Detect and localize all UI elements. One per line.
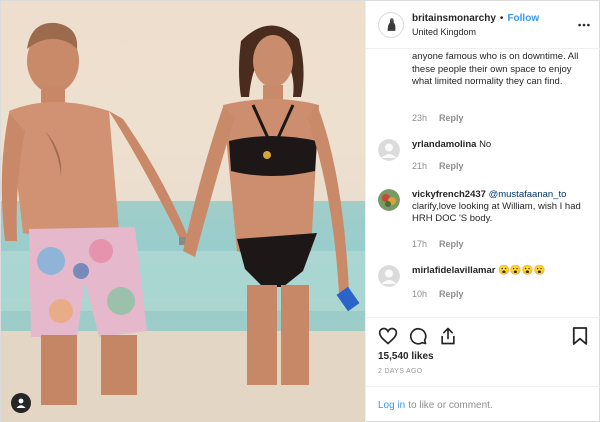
comment-username[interactable]: mirlafidelavillamar — [412, 265, 495, 276]
post-location[interactable]: United Kingdom — [412, 26, 539, 38]
reply-button[interactable]: Reply — [439, 161, 464, 171]
post-username[interactable]: britainsmonarchy — [412, 12, 496, 25]
comment-item: vickyfrench2437 @mustafaanan_to clarify,… — [378, 189, 590, 255]
reply-button[interactable]: Reply — [439, 239, 464, 249]
comment-item: yrlandamolina No 21h Reply — [378, 139, 590, 179]
comment-username[interactable]: vickyfrench2437 — [412, 189, 486, 200]
comment-item: mirlafidelavillamar 😮😮😮😮 10h Reply — [378, 265, 590, 305]
follow-button[interactable]: Follow — [507, 12, 539, 25]
login-prompt: Log in to like or comment. — [366, 386, 600, 422]
comment-time[interactable]: 10h — [412, 289, 427, 299]
post-actions: 15,540 likes 2 DAYS AGO Log in to like o… — [366, 317, 600, 422]
comment-mention[interactable]: @mustafaanan_to — [489, 189, 567, 200]
account-avatar[interactable] — [378, 11, 404, 38]
user-tag-icon[interactable] — [11, 393, 31, 413]
heart-icon[interactable] — [378, 326, 398, 346]
reply-button[interactable]: Reply — [439, 113, 464, 123]
comments-list[interactable]: anyone famous who is on downtime. All th… — [366, 49, 600, 317]
comment-time[interactable]: 17h — [412, 239, 427, 249]
more-icon[interactable] — [576, 17, 592, 33]
beach-photo-illustration — [1, 1, 365, 422]
comment-icon[interactable] — [408, 326, 428, 346]
comment-username[interactable]: yrlandamolina — [412, 139, 476, 150]
instagram-post: britainsmonarchy • Follow United Kingdom… — [0, 0, 600, 422]
comment-time[interactable]: 21h — [412, 161, 427, 171]
posted-time[interactable]: 2 DAYS AGO — [378, 368, 423, 375]
reply-button[interactable]: Reply — [439, 289, 464, 299]
comment-avatar[interactable] — [378, 265, 400, 287]
login-prompt-text: to like or comment. — [408, 400, 493, 411]
comment-item: anyone famous who is on downtime. All th… — [378, 51, 590, 127]
login-link[interactable]: Log in — [378, 400, 405, 411]
post-side-panel: britainsmonarchy • Follow United Kingdom… — [365, 1, 600, 422]
comment-avatar[interactable] — [378, 139, 400, 161]
comment-text: No — [479, 139, 492, 150]
likes-count[interactable]: 15,540 likes — [378, 351, 434, 362]
comment-text: clarify,love looking at William, wish I … — [412, 201, 581, 224]
comment-time[interactable]: 23h — [412, 113, 427, 123]
comment-avatar[interactable] — [378, 189, 400, 211]
post-header: britainsmonarchy • Follow United Kingdom — [366, 1, 600, 49]
comment-emoji-text: 😮😮😮😮 — [498, 265, 546, 276]
comment-text: anyone famous who is on downtime. All th… — [412, 51, 579, 87]
post-photo[interactable] — [1, 1, 365, 422]
share-icon[interactable] — [438, 326, 458, 346]
bookmark-icon[interactable] — [572, 326, 590, 346]
separator-dot: • — [499, 12, 504, 24]
